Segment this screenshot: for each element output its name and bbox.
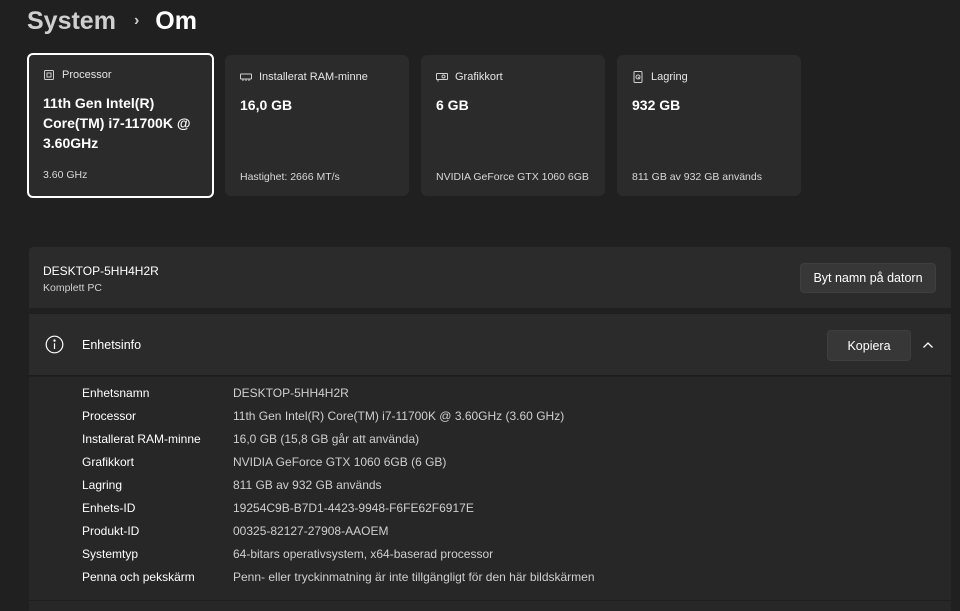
- info-key: Systemtyp: [82, 547, 139, 561]
- page-title: Om: [155, 6, 197, 35]
- card-ram-label: Installerat RAM-minne: [259, 71, 368, 83]
- card-graphics-header: Grafikkort: [436, 70, 590, 84]
- info-value[interactable]: NVIDIA GeForce GTX 1060 6GB (6 GB): [233, 455, 446, 469]
- info-row: Enhetsnamn DESKTOP-5HH4H2R: [29, 382, 951, 405]
- card-graphics-label: Grafikkort: [455, 71, 503, 83]
- card-storage[interactable]: Lagring 932 GB 811 GB av 932 GB används: [617, 55, 801, 196]
- card-storage-label: Lagring: [651, 71, 688, 83]
- info-row: Processor 11th Gen Intel(R) Core(TM) i7-…: [29, 405, 951, 428]
- info-row: Enhets-ID 19254C9B-B7D1-4423-9948-F6FE62…: [29, 497, 951, 520]
- card-processor-header: Processor: [43, 68, 198, 82]
- info-value[interactable]: 16,0 GB (15,8 GB går att använda): [233, 432, 419, 446]
- card-storage-header: Lagring: [632, 70, 786, 84]
- card-storage-value: 932 GB: [632, 97, 681, 113]
- device-model: Komplett PC: [43, 282, 102, 294]
- breadcrumb: System › Om: [27, 4, 197, 38]
- info-value[interactable]: 00325-82127-27908-AAOEM: [233, 524, 388, 538]
- processor-icon: [44, 70, 54, 80]
- info-value[interactable]: 811 GB av 932 GB används: [233, 478, 382, 492]
- breadcrumb-separator: ›: [133, 12, 140, 29]
- info-icon: [45, 335, 64, 354]
- card-ram-header: Installerat RAM-minne: [240, 70, 394, 84]
- rename-pc-button[interactable]: Byt namn på datorn: [800, 263, 936, 293]
- chevron-up-icon[interactable]: [921, 338, 935, 352]
- storage-icon: [633, 71, 643, 83]
- info-value[interactable]: DESKTOP-5HH4H2R: [233, 386, 349, 400]
- info-row: Installerat RAM-minne 16,0 GB (15,8 GB g…: [29, 428, 951, 451]
- card-graphics-value: 6 GB: [436, 97, 469, 113]
- info-row: Produkt-ID 00325-82127-27908-AAOEM: [29, 520, 951, 543]
- info-key: Produkt-ID: [82, 524, 140, 538]
- copy-button[interactable]: Kopiera: [827, 330, 911, 361]
- device-info-title: Enhetsinfo: [82, 338, 142, 352]
- info-value[interactable]: 64-bitars operativsystem, x64-baserad pr…: [233, 547, 493, 561]
- info-row: Systemtyp 64-bitars operativsystem, x64-…: [29, 543, 951, 566]
- info-key: Processor: [82, 409, 137, 423]
- info-key: Enhets-ID: [82, 501, 136, 515]
- device-name-section: DESKTOP-5HH4H2R Komplett PC Byt namn på …: [29, 247, 951, 308]
- card-storage-sub: 811 GB av 932 GB används: [632, 171, 762, 183]
- card-graphics-sub: NVIDIA GeForce GTX 1060 6GB: [436, 171, 589, 183]
- info-value[interactable]: 19254C9B-B7D1-4423-9948-F6FE62F6917E: [233, 501, 474, 515]
- card-graphics[interactable]: Grafikkort 6 GB NVIDIA GeForce GTX 1060 …: [421, 55, 605, 196]
- breadcrumb-system-link[interactable]: System: [27, 7, 116, 36]
- info-value[interactable]: Penn- eller tryckinmatning är inte tillg…: [233, 570, 595, 584]
- info-key: Grafikkort: [82, 455, 135, 469]
- device-info-details: Enhetsnamn DESKTOP-5HH4H2R Processor 11t…: [29, 377, 951, 611]
- card-processor[interactable]: Processor 11th Gen Intel(R) Core(TM) i7-…: [27, 53, 214, 198]
- info-value[interactable]: 11th Gen Intel(R) Core(TM) i7-11700K @ 3…: [233, 409, 564, 423]
- section-divider: [29, 600, 951, 601]
- info-row: Lagring 811 GB av 932 GB används: [29, 474, 951, 497]
- info-key: Installerat RAM-minne: [82, 432, 201, 446]
- card-processor-label: Processor: [62, 69, 112, 81]
- info-key: Enhetsnamn: [82, 386, 150, 400]
- card-ram[interactable]: Installerat RAM-minne 16,0 GB Hastighet:…: [225, 55, 409, 196]
- device-info-header[interactable]: Enhetsinfo Kopiera: [29, 314, 951, 376]
- ram-icon: [240, 73, 252, 81]
- graphics-card-icon: [436, 73, 448, 82]
- info-key: Lagring: [82, 478, 123, 492]
- card-processor-sub: 3.60 GHz: [43, 169, 88, 181]
- card-processor-value: 11th Gen Intel(R) Core(TM) i7-11700K @ 3…: [43, 95, 191, 151]
- card-ram-value: 16,0 GB: [240, 97, 293, 113]
- card-ram-sub: Hastighet: 2666 MT/s: [240, 171, 340, 183]
- device-name: DESKTOP-5HH4H2R: [43, 264, 159, 278]
- info-key: Penna och pekskärm: [82, 570, 195, 584]
- info-row: Grafikkort NVIDIA GeForce GTX 1060 6GB (…: [29, 451, 951, 474]
- info-row: Penna och pekskärm Penn- eller tryckinma…: [29, 566, 951, 589]
